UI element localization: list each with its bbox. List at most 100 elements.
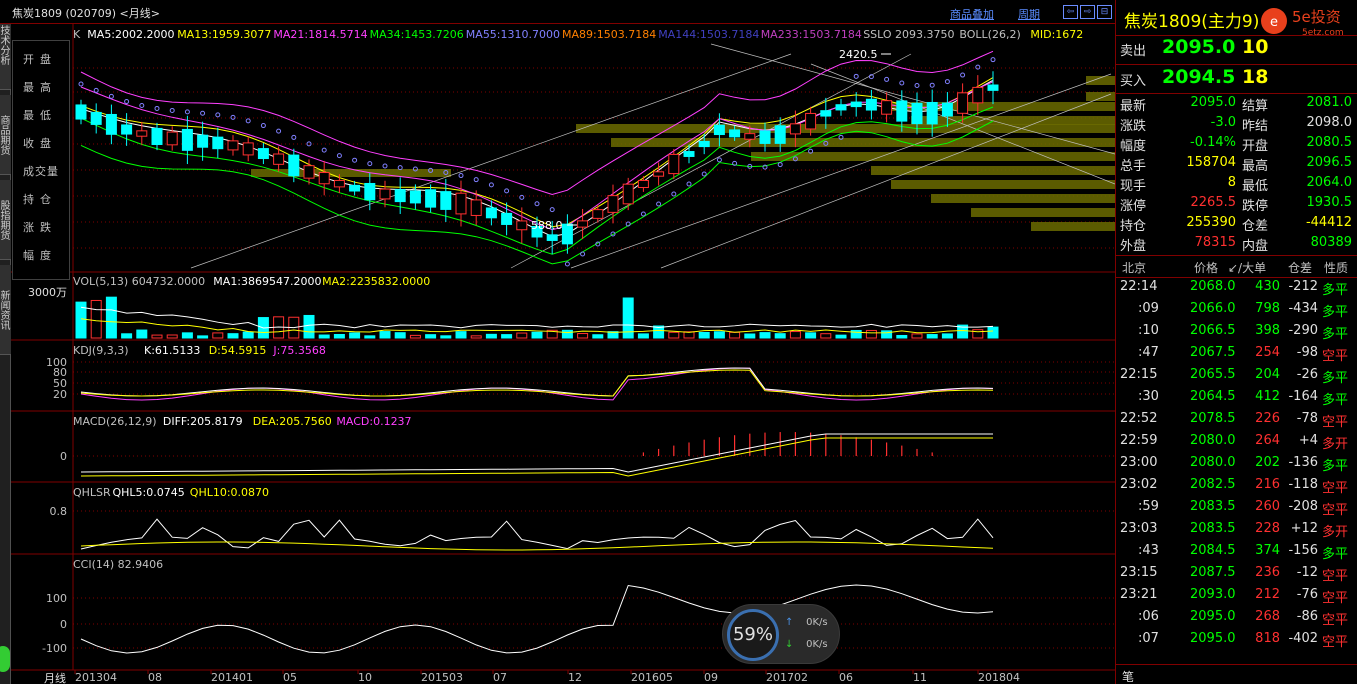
- overlay-commodity-link[interactable]: 商品叠加: [950, 6, 994, 22]
- tick-row[interactable]: :07 2095.0 818 -402 空平: [1116, 631, 1357, 653]
- tick-row[interactable]: :47 2067.5 254 -98 空平: [1116, 345, 1357, 367]
- quote-value: 2098.0: [1306, 115, 1353, 130]
- tick-row[interactable]: 23:03 2083.5 228 +12 多开: [1116, 521, 1357, 543]
- ma-indicator-label: K: [73, 28, 81, 41]
- candle-body: [273, 153, 285, 165]
- network-speed-widget[interactable]: 59% ↑ 0K/s ↓ 0K/s: [722, 604, 840, 664]
- chart-title: 焦炭1809 (020709) <月线>: [12, 7, 160, 20]
- volume-bar: [105, 296, 117, 339]
- legend-item: 涨跌: [23, 221, 57, 234]
- volume-profile-bar: [891, 180, 1115, 189]
- sar-dot: [78, 81, 84, 87]
- candle-body: [729, 129, 741, 138]
- volume-profile-bar: [1086, 76, 1115, 85]
- sar-dot: [169, 107, 175, 113]
- candle-body: [850, 101, 862, 108]
- volume-bar: [121, 333, 133, 339]
- quote-value: -0.14%: [1190, 135, 1236, 150]
- tick-nature: 多平: [1322, 371, 1349, 386]
- x-axis-label: 12: [568, 671, 582, 684]
- sar-dot: [899, 80, 905, 86]
- vol-axis-label: 3000万: [28, 286, 67, 299]
- sar-dot: [944, 79, 950, 85]
- qhlsr-tick: 0.8: [50, 505, 68, 518]
- candle-body: [653, 171, 665, 177]
- candle-body: [577, 220, 589, 228]
- candle-body: [789, 123, 801, 135]
- quote-value: 2064.0: [1306, 175, 1353, 190]
- tick-nature: 多平: [1322, 459, 1349, 474]
- tick-row[interactable]: :09 2066.0 798 -434 多平: [1116, 301, 1357, 323]
- tick-price: 2078.5: [1190, 411, 1236, 426]
- tick-row[interactable]: :59 2083.5 260 -208 空平: [1116, 499, 1357, 521]
- tick-oi: -434: [1288, 301, 1318, 316]
- left-tab-1[interactable]: 商品期货: [0, 95, 11, 175]
- quote-value: 158704: [1186, 155, 1236, 170]
- tick-row[interactable]: 22:59 2080.0 264 +4 多开: [1116, 433, 1357, 455]
- tick-price: 2084.5: [1190, 543, 1236, 558]
- tick-row[interactable]: 23:15 2087.5 236 -12 空平: [1116, 565, 1357, 587]
- volume-profile-bar: [911, 116, 1115, 125]
- tick-time: :59: [1138, 499, 1159, 514]
- tick-row[interactable]: 22:15 2065.5 204 -26 多平: [1116, 367, 1357, 389]
- next-arrow-icon[interactable]: ⇨: [1080, 5, 1095, 19]
- x-axis-label: 201605: [631, 671, 673, 684]
- volume-bar: [637, 333, 649, 339]
- tick-time: 23:00: [1120, 455, 1158, 470]
- legend-item: 持仓: [23, 193, 57, 206]
- tick-price: 2065.5: [1190, 367, 1236, 382]
- tick-row[interactable]: 23:21 2093.0 212 -76 空平: [1116, 587, 1357, 609]
- candle-body: [440, 191, 452, 210]
- tick-row[interactable]: 23:00 2080.0 202 -136 多平: [1116, 455, 1357, 477]
- tick-tab[interactable]: 笔: [1122, 668, 1134, 684]
- sar-dot: [154, 105, 160, 111]
- candle-body: [227, 140, 239, 151]
- tick-header-cell: 仓差: [1288, 261, 1313, 275]
- sar-dot: [184, 109, 190, 115]
- volume-bar: [972, 329, 984, 339]
- tick-row[interactable]: 23:02 2082.5 216 -118 空平: [1116, 477, 1357, 499]
- tick-row[interactable]: :10 2066.5 398 -290 多平: [1116, 323, 1357, 345]
- candle-body: [820, 110, 832, 117]
- x-axis-label: 11: [913, 671, 927, 684]
- volume-bar: [394, 332, 406, 339]
- quote-value: 2080.5: [1306, 135, 1353, 150]
- candle-body: [288, 154, 300, 177]
- volume-profile-bar: [1031, 222, 1115, 231]
- left-tab-2[interactable]: 股指期货: [0, 180, 11, 260]
- tick-row[interactable]: 22:52 2078.5 226 -78 空平: [1116, 411, 1357, 433]
- sar-dot: [640, 211, 646, 217]
- candle-body: [622, 183, 634, 205]
- vol-indicator-label: MA2:2235832.0000: [322, 275, 430, 288]
- tick-oi: -156: [1288, 543, 1318, 558]
- tick-header-cell: 性质: [1324, 261, 1349, 275]
- candle-body: [242, 142, 254, 156]
- macd-indicator-label: MACD(26,12,9): [73, 415, 157, 428]
- tick-volume: 226: [1255, 411, 1280, 426]
- candle-body: [197, 134, 209, 148]
- ma-indicator-label: MID:1672: [1030, 28, 1083, 41]
- quote-label: 仓差: [1242, 219, 1269, 234]
- prev-arrow-icon[interactable]: ⇦: [1063, 5, 1078, 19]
- left-tab-3[interactable]: 新闻资讯: [0, 265, 11, 355]
- tick-row[interactable]: :06 2095.0 268 -86 空平: [1116, 609, 1357, 631]
- candle-body: [349, 184, 361, 192]
- sar-dot: [245, 118, 251, 124]
- collapse-icon[interactable]: ⊟: [1097, 5, 1112, 19]
- tick-oi: -86: [1296, 609, 1318, 624]
- quote-row: 幅度 -0.14% 开盘 2080.5: [1116, 135, 1357, 155]
- tick-row[interactable]: :43 2084.5 374 -156 多平: [1116, 543, 1357, 565]
- tick-volume: 202: [1255, 455, 1280, 470]
- tick-price: 2095.0: [1190, 631, 1236, 646]
- volume-bar: [470, 335, 482, 339]
- sar-dot: [914, 82, 920, 88]
- tick-row[interactable]: 22:14 2068.0 430 -212 多平: [1116, 279, 1357, 301]
- quote-row: 涨跌 -3.0 昨结 2098.0: [1116, 115, 1357, 135]
- tick-row[interactable]: :30 2064.5 412 -164 多平: [1116, 389, 1357, 411]
- kline-chart-area[interactable]: K MA5:2002.2000 MA13:1959.3077 MA21:1814.57…: [11, 24, 1115, 684]
- period-link[interactable]: 周期: [1018, 6, 1040, 22]
- volume-profile-bar: [871, 166, 1115, 175]
- sar-dot: [534, 201, 540, 207]
- trend-line: [710, 43, 1115, 155]
- tick-time: :06: [1138, 609, 1159, 624]
